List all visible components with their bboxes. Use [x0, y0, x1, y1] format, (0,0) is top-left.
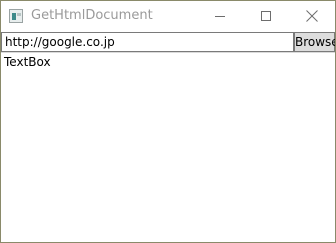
window-title: GetHtmlDocument	[31, 8, 153, 23]
title-bar[interactable]: GetHtmlDocument	[1, 1, 335, 32]
app-icon-panel-right	[17, 13, 21, 16]
app-icon	[9, 9, 23, 23]
minimize-icon	[215, 16, 225, 17]
maximize-icon	[261, 11, 271, 21]
close-icon	[306, 10, 318, 22]
app-icon-panel-left	[12, 13, 16, 20]
app-window: GetHtmlDocument Browse TextBox	[0, 0, 336, 243]
html-textbox[interactable]: TextBox	[1, 52, 335, 242]
browse-button[interactable]: Browse	[294, 32, 335, 52]
maximize-button[interactable]	[243, 1, 289, 32]
minimize-button[interactable]	[197, 1, 243, 32]
close-button[interactable]	[289, 1, 335, 32]
textbox-content: TextBox	[4, 55, 51, 69]
url-input[interactable]	[1, 32, 294, 52]
